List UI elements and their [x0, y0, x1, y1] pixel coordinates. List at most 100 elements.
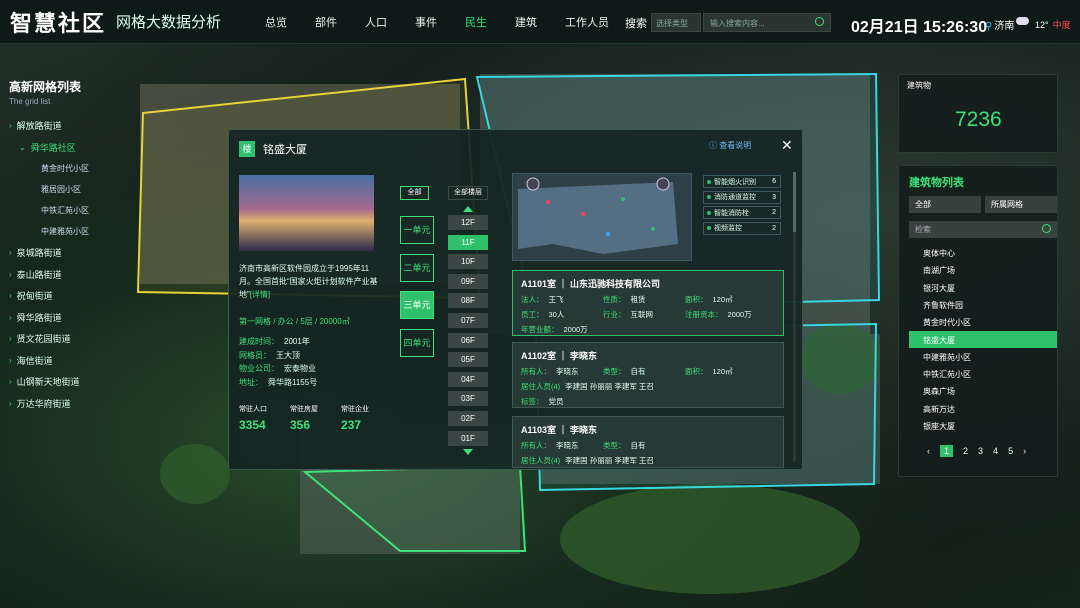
legend-item[interactable]: 消防通道监控 3 — [703, 190, 781, 204]
legend-item[interactable]: 智能烟火识别 6 — [703, 175, 781, 188]
building-list-item[interactable]: 齐鲁软件园 — [909, 296, 1057, 313]
unit-button[interactable]: 三单元 — [400, 291, 434, 319]
grid-list-item[interactable]: 黄金时代小区 — [9, 158, 89, 179]
floor-button[interactable]: 07F — [448, 313, 488, 328]
grid-list-item-label: 雅居园小区 — [41, 185, 81, 194]
search-icon[interactable] — [1042, 224, 1051, 233]
nav-item[interactable]: 部件 — [315, 14, 337, 30]
location[interactable]: ⚲ 济南 — [985, 17, 1014, 32]
search-icon[interactable] — [815, 17, 824, 26]
building-list-item[interactable]: 奥森广场 — [909, 382, 1057, 399]
building-list-item[interactable]: 银座大厦 — [909, 417, 1057, 434]
floor-button[interactable]: 02F — [448, 411, 488, 426]
search-input[interactable]: 输入搜索内容... — [703, 13, 831, 32]
chevron-right-icon: › — [9, 355, 12, 365]
room-card[interactable]: A1102室 ｜ 李晓东 所有人： 李晓东 类型： 自有 面积： 120㎡ 居住人员(4) 李建… — [512, 342, 784, 408]
nav-item[interactable]: 总览 — [265, 14, 287, 30]
all-floors-button[interactable]: 全部楼层 — [448, 186, 488, 200]
chevron-right-icon: › — [9, 312, 12, 322]
room-field-key: 标签： — [521, 397, 544, 406]
type-filter-select[interactable]: 全部 — [909, 196, 981, 213]
floor-button[interactable]: 12F — [448, 215, 488, 230]
info-key: 物业公司： — [239, 364, 279, 373]
grid-list-item[interactable]: › 解放路街道 — [9, 115, 89, 137]
unit-button[interactable]: 四单元 — [400, 328, 434, 357]
details-link[interactable]: [详情] — [250, 290, 270, 299]
grid-filter-select[interactable]: 所属网格 — [985, 196, 1057, 213]
close-icon[interactable]: ✕ — [781, 137, 793, 154]
grid-list-item[interactable]: 中铁汇苑小区 — [9, 200, 89, 221]
legend-item[interactable]: 智能消防栓 2 — [703, 206, 781, 219]
page-number[interactable]: 1 — [940, 445, 954, 457]
grid-list-item[interactable]: › 山钢新天地街道 — [9, 371, 89, 393]
floor-button[interactable]: 09F — [448, 273, 488, 289]
building-list-item[interactable]: 南湖广场 — [909, 261, 1057, 278]
room-field-key: 性质： — [603, 295, 626, 304]
nav-item[interactable]: 建筑 — [515, 14, 537, 30]
room-field-key: 居住人员(4) — [521, 382, 561, 391]
grid-list-item[interactable]: 中建雅苑小区 — [9, 221, 89, 242]
floor-button[interactable]: 01F — [448, 430, 488, 446]
room-field-value: 李晓东 — [556, 441, 579, 450]
scrollbar-thumb[interactable] — [793, 172, 796, 232]
floor-plan[interactable] — [512, 173, 692, 261]
grid-list-item[interactable]: › 舜华路街道 — [9, 307, 89, 329]
building-photo — [239, 175, 374, 251]
grid-list-item[interactable]: 雅居园小区 — [9, 179, 89, 200]
page-number[interactable]: 4 — [993, 446, 998, 456]
page-number[interactable]: 2 — [963, 446, 968, 456]
floor-up-icon[interactable] — [463, 206, 473, 212]
search-type-select[interactable]: 选择类型 — [651, 13, 701, 32]
building-list-item[interactable]: 中铁汇苑小区 — [909, 365, 1057, 382]
legend-item[interactable]: 视频监控 2 — [703, 221, 781, 235]
floor-button[interactable]: 05F — [448, 352, 488, 368]
building-list-item[interactable]: 高新万达 — [909, 400, 1057, 417]
room-field-value: 2000万 — [563, 325, 588, 334]
nav-item[interactable]: 人口 — [365, 14, 387, 30]
floor-button[interactable]: 11F — [448, 234, 488, 250]
floor-button[interactable]: 04F — [448, 371, 488, 387]
floor-button[interactable]: 08F — [448, 293, 488, 309]
grid-list-item[interactable]: › 泉城路街道 — [9, 242, 89, 264]
nav-item[interactable]: 工作人员 — [565, 14, 609, 30]
unit-button[interactable]: 一单元 — [400, 216, 434, 244]
building-list-item[interactable]: 黄金时代小区 — [909, 313, 1057, 330]
building-list-item[interactable]: 奥体中心 — [909, 244, 1057, 261]
room-card[interactable]: A1101室 ｜ 山东迅驰科技有限公司 法人： 王飞 性质： 租赁 面积： 120㎡ 员工： 3… — [512, 270, 784, 336]
room-card[interactable]: A1103室 ｜ 李晓东 所有人： 李晓东 类型： 自有 居住人员(4) 李建国 孙丽丽 李… — [512, 416, 784, 468]
building-list-item[interactable]: 银河大厦 — [909, 279, 1057, 296]
all-units-button[interactable]: 全部 — [400, 186, 429, 200]
green-zone[interactable] — [302, 464, 527, 552]
nav-item[interactable]: 民生 — [465, 14, 487, 30]
floor-button[interactable]: 10F — [448, 254, 488, 270]
floor-down-icon[interactable] — [463, 449, 473, 455]
room-field-value: 自有 — [630, 441, 646, 450]
grid-list-item[interactable]: › 祝甸街道 — [9, 285, 89, 307]
building-list-item[interactable]: 中建雅苑小区 — [909, 348, 1057, 365]
location-pin-icon: ⚲ — [985, 21, 993, 32]
room-field-value: 互联网 — [630, 310, 654, 319]
page-number[interactable]: 3 — [978, 446, 983, 456]
help-link[interactable]: ⓘ 查看说明 — [709, 140, 751, 151]
prev-page-icon[interactable]: ‹ — [927, 446, 930, 456]
building-list-item[interactable]: 铭盛大厦 — [909, 330, 1057, 348]
grid-list-item[interactable]: ⌄ 舜华路社区 — [9, 137, 89, 159]
building-popup: 楼 铭盛大厦 ⓘ 查看说明 ✕ 济南市高新区软件园成立于1995年11月。全国首… — [228, 129, 803, 470]
grid-list-item[interactable]: › 海信街道 — [9, 350, 89, 372]
grid-list-item[interactable]: › 贤文花园街道 — [9, 328, 89, 350]
stat-value: 3354 — [239, 418, 266, 432]
room-field-key: 法人： — [521, 295, 544, 304]
grid-list-item[interactable]: › 泰山路街道 — [9, 264, 89, 286]
building-search-input[interactable]: 检索 — [909, 221, 1057, 238]
nav-item[interactable]: 事件 — [415, 14, 437, 30]
page-number[interactable]: 5 — [1008, 446, 1013, 456]
unit-button[interactable]: 二单元 — [400, 253, 434, 282]
floor-button[interactable]: 03F — [448, 391, 488, 407]
room-title: A1102室 ｜ 李晓东 — [521, 351, 598, 361]
next-page-icon[interactable]: › — [1023, 446, 1026, 456]
popup-scrollbar[interactable] — [793, 172, 796, 462]
floor-button[interactable]: 06F — [448, 332, 488, 348]
room-field-key: 行业： — [603, 310, 626, 319]
grid-list-item[interactable]: › 万达华府街道 — [9, 393, 89, 415]
grid-list-item-label: 黄金时代小区 — [41, 164, 89, 173]
